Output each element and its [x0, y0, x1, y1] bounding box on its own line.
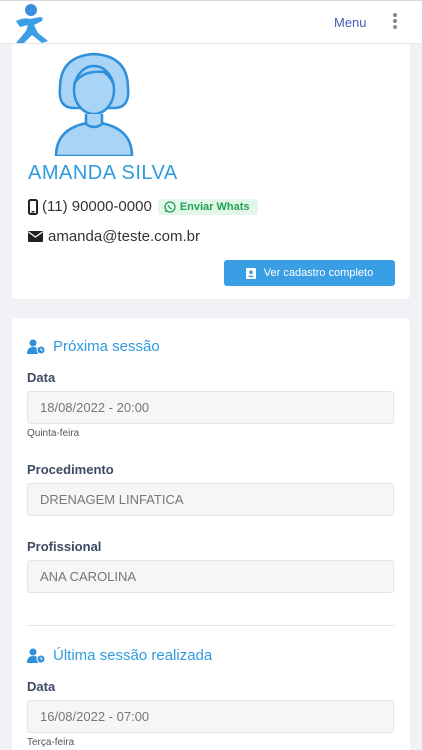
section-divider — [27, 625, 395, 626]
next-session-heading: Próxima sessão — [27, 338, 160, 355]
logo-icon[interactable] — [10, 3, 52, 45]
more-options-icon[interactable] — [387, 11, 403, 35]
menu-button[interactable]: Menu — [334, 15, 367, 30]
send-whatsapp-button[interactable]: Enviar Whats — [157, 198, 258, 215]
professional-field[interactable]: ANA CAROLINA — [27, 560, 394, 593]
procedure-field[interactable]: DRENAGEM LINFATICA — [27, 483, 394, 516]
last-weekday: Terça-feira — [27, 737, 75, 748]
top-bar: Menu — [0, 0, 422, 44]
avatar-icon — [54, 52, 134, 156]
profile-card: AMANDA SILVA (11) 90000-0000 Enviar What… — [12, 44, 410, 299]
contact-card-icon — [245, 267, 256, 279]
phone-icon — [28, 198, 38, 215]
email-address[interactable]: amanda@teste.com.br — [48, 228, 200, 245]
view-full-profile-label: Ver cadastro completo — [263, 267, 374, 279]
phone-row: (11) 90000-0000 Enviar Whats — [28, 198, 258, 215]
email-row: amanda@teste.com.br — [28, 228, 200, 245]
patient-name: AMANDA SILVA — [28, 162, 178, 184]
whatsapp-icon — [164, 200, 176, 213]
procedure-label: Procedimento — [27, 462, 114, 477]
send-whatsapp-label: Enviar Whats — [179, 200, 250, 213]
next-date-label: Data — [27, 370, 56, 385]
last-session-heading: Última sessão realizada — [27, 647, 212, 664]
sessions-card: Próxima sessão Data 18/08/2022 - 20:00 Q… — [12, 318, 410, 750]
user-clock-icon — [27, 648, 46, 663]
phone-number[interactable]: (11) 90000-0000 — [42, 198, 152, 215]
next-date-field[interactable]: 18/08/2022 - 20:00 — [27, 391, 394, 424]
user-clock-icon — [27, 339, 46, 354]
next-session-title: Próxima sessão — [53, 338, 160, 355]
next-weekday: Quinta-feira — [27, 428, 80, 439]
last-date-field[interactable]: 16/08/2022 - 07:00 — [27, 700, 394, 733]
view-full-profile-button[interactable]: Ver cadastro completo — [224, 260, 395, 286]
professional-label: Profissional — [27, 539, 102, 554]
last-date-label: Data — [27, 679, 56, 694]
last-session-title: Última sessão realizada — [53, 647, 213, 664]
envelope-icon — [28, 231, 43, 242]
